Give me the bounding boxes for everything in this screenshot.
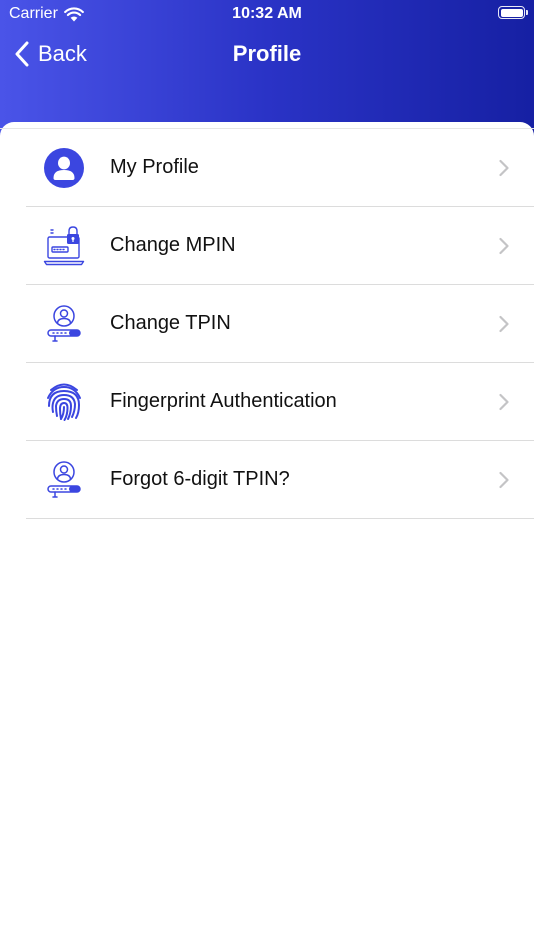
fingerprint-icon <box>47 383 81 421</box>
navigation-bar: Profile Back <box>0 32 534 76</box>
chevron-right-icon <box>499 237 509 255</box>
laptop-lock-icon <box>43 226 85 266</box>
back-button[interactable]: Back <box>14 32 87 76</box>
profile-menu-sheet: My Profile Change MPIN Change TPIN Finge… <box>0 122 534 950</box>
profile-menu-list: My Profile Change MPIN Change TPIN Finge… <box>0 128 534 519</box>
battery-icon <box>498 6 528 19</box>
menu-item-label: Change TPIN <box>110 312 231 334</box>
user-pin-icon <box>47 461 81 498</box>
menu-item-fingerprint-authentication[interactable]: Fingerprint Authentication <box>26 363 534 441</box>
menu-item-label: Fingerprint Authentication <box>110 390 337 412</box>
chevron-right-icon <box>499 393 509 411</box>
status-time: 10:32 AM <box>232 5 302 22</box>
user-pin-icon <box>47 305 81 342</box>
user-avatar-icon <box>44 148 84 188</box>
menu-item-label: My Profile <box>110 156 199 178</box>
menu-item-forgot-tpin[interactable]: Forgot 6-digit TPIN? <box>26 441 534 519</box>
back-label: Back <box>38 41 87 66</box>
menu-item-change-tpin[interactable]: Change TPIN <box>26 285 534 363</box>
chevron-right-icon <box>499 159 509 177</box>
header-background: Carrier 10:32 AM Profile Back <box>0 0 534 140</box>
menu-item-label: Forgot 6-digit TPIN? <box>110 468 290 490</box>
chevron-right-icon <box>499 471 509 489</box>
menu-item-change-mpin[interactable]: Change MPIN <box>26 207 534 285</box>
menu-item-label: Change MPIN <box>110 234 236 256</box>
chevron-right-icon <box>499 315 509 333</box>
menu-item-my-profile[interactable]: My Profile <box>26 129 534 207</box>
status-bar: Carrier 10:32 AM <box>0 0 534 28</box>
chevron-left-icon <box>15 41 29 67</box>
